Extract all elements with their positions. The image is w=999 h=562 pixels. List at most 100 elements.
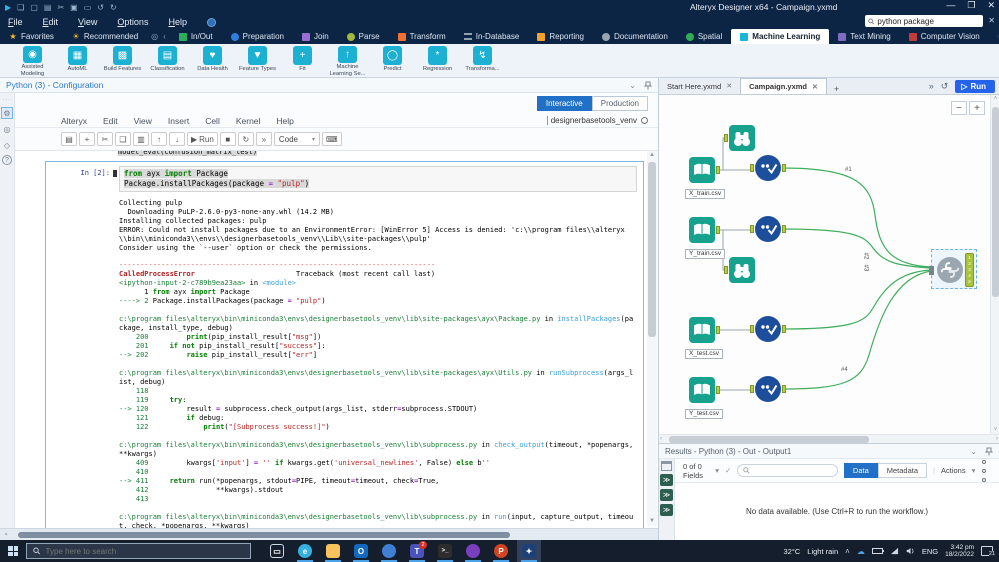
select-tool[interactable] — [755, 316, 781, 342]
open-icon[interactable]: ▢ — [30, 3, 38, 12]
tool-search-input[interactable] — [877, 17, 980, 26]
scroll-left-icon[interactable]: ‹ — [660, 436, 662, 442]
workflow-icon[interactable]: ◎ — [1, 123, 13, 135]
output-anchor-button[interactable]: ≫ — [660, 504, 673, 516]
powerpoint-icon[interactable]: P — [489, 540, 513, 562]
notebook-content[interactable]: model_eval(confusion_matrix_test) In [2]… — [15, 150, 658, 528]
restart-kernel-button[interactable]: ↻ — [238, 132, 254, 146]
input-data-tool[interactable] — [689, 317, 715, 343]
ribbon-tab-documentation[interactable]: Documentation — [593, 29, 677, 44]
ribbon-tab-spatial[interactable]: Spatial — [677, 29, 731, 44]
notebook-menu-cell[interactable]: Cell — [205, 116, 220, 126]
ribbon-tab-text-mining[interactable]: Text Mining — [829, 29, 899, 44]
notification-icon[interactable]: 21 — [981, 546, 993, 556]
zoom-in-button[interactable]: + — [969, 101, 985, 115]
python-tool-node[interactable]: 12345 — [931, 249, 977, 289]
scroll-down-icon[interactable]: ˅ — [991, 427, 999, 433]
edge-icon[interactable]: e — [293, 540, 317, 562]
gear-icon[interactable]: ⚙ — [1, 107, 13, 119]
output-anchor-button[interactable]: ≫ — [660, 489, 673, 501]
notebook-menu-view[interactable]: View — [134, 116, 152, 126]
keyboard-shortcuts-icon[interactable]: ⌨ — [322, 132, 342, 146]
loop-icon[interactable] — [461, 540, 485, 562]
alteryx-logo-icon[interactable]: ▶ — [5, 3, 11, 12]
results-tab-data[interactable]: Data — [844, 463, 878, 478]
actions-dropdown-icon[interactable]: ▾ — [972, 466, 976, 475]
notebook-menu-edit[interactable]: Edit — [103, 116, 118, 126]
workflow-tab-start-here-yxmd[interactable]: Start Here.yxmd✕ — [659, 78, 740, 94]
run-cell-button[interactable]: ▶Run — [187, 132, 218, 146]
code-line[interactable]: from ayx import Package — [124, 169, 632, 179]
network-icon[interactable] — [890, 547, 899, 555]
cut-cell-icon[interactable]: ✂ — [97, 132, 113, 146]
move-down-icon[interactable]: ↓ — [169, 132, 185, 146]
tag-icon[interactable]: ◇ — [1, 139, 13, 151]
speaker-icon[interactable] — [906, 547, 915, 555]
close-button[interactable]: ✕ — [987, 0, 995, 11]
search-close-icon[interactable]: ✕ — [988, 16, 995, 25]
palette-tool-build-features[interactable]: ▩Build Features — [100, 44, 145, 77]
menu-help[interactable]: Help — [168, 17, 187, 27]
scrollbar-thumb[interactable] — [992, 107, 999, 297]
notebook-menu-kernel[interactable]: Kernel — [236, 116, 261, 126]
ribbon-tab-reporting[interactable]: Reporting — [528, 29, 593, 44]
taskbar-search-input[interactable] — [46, 547, 244, 556]
ribbon-tab-in-out[interactable]: In/Out — [170, 29, 222, 44]
cell-type-select[interactable]: Code▾ — [274, 132, 320, 146]
palette-tool-assisted-modeling[interactable]: ◉Assisted Modeling — [10, 44, 55, 77]
ribbon-tab-join[interactable]: Join — [293, 29, 338, 44]
teams-icon[interactable]: T2 — [405, 540, 429, 562]
add-cell-icon[interactable]: + — [79, 132, 95, 146]
ribbon-tab-favorites[interactable]: ★Favorites — [0, 29, 63, 44]
scroll-right-icon[interactable]: › — [996, 436, 998, 442]
pin-icon[interactable] — [644, 81, 652, 90]
new-icon[interactable]: ❏ — [17, 3, 24, 12]
hidden-icons-chevron[interactable]: ˄ — [845, 547, 850, 556]
palette-tool-fit[interactable]: +Fit — [280, 44, 325, 77]
undo-icon[interactable]: ↺ — [97, 3, 104, 12]
select-tool[interactable] — [755, 155, 781, 181]
pin-icon[interactable] — [985, 447, 993, 456]
close-tab-icon[interactable]: ✕ — [726, 82, 732, 90]
cell-viewer-icon[interactable] — [981, 457, 991, 484]
results-search-box[interactable] — [737, 464, 838, 477]
menu-view[interactable]: View — [78, 17, 97, 27]
new-workflow-button[interactable]: + — [827, 84, 846, 94]
maximize-button[interactable]: ❐ — [967, 0, 975, 11]
mode-interactive[interactable]: Interactive — [537, 96, 592, 111]
stop-kernel-button[interactable]: ■ — [220, 132, 236, 146]
explorer-icon[interactable] — [321, 540, 345, 562]
select-tool[interactable] — [755, 216, 781, 242]
battery-icon[interactable] — [872, 548, 883, 554]
notebook-menu-help[interactable]: Help — [276, 116, 293, 126]
ribbon-tab-computer-vision[interactable]: Computer Vision — [900, 29, 989, 44]
task-view-icon[interactable]: ▭ — [265, 540, 289, 562]
menu-file[interactable]: File — [8, 17, 23, 27]
onedrive-cloud-icon[interactable]: ☁ — [857, 547, 865, 556]
output-anchor-button[interactable]: ≫ — [660, 474, 673, 486]
save-icon[interactable]: ▤ — [44, 3, 52, 12]
canvas-vscrollbar[interactable]: ˄ ˅ — [990, 95, 999, 434]
clock[interactable]: 3:42 pm 18/2/2022 — [945, 544, 974, 559]
run-workflow-button[interactable]: ▷Run — [955, 80, 995, 93]
notebook-cell[interactable]: In [2]: from ayx import PackagePackage.i… — [45, 161, 644, 528]
workflow-tab-campaign-yxmd[interactable]: Campaign.yxmd✕ — [740, 78, 827, 94]
language-indicator[interactable]: ENG — [922, 547, 938, 556]
mode-production[interactable]: Production — [592, 96, 648, 111]
hscrollbar-thumb[interactable] — [18, 532, 510, 538]
ribbon-tab-in-database[interactable]: In-Database — [455, 29, 529, 44]
notebook-menu-insert[interactable]: Insert — [168, 116, 189, 126]
results-tab-metadata[interactable]: Metadata — [878, 463, 927, 478]
terminal-icon[interactable]: >_ — [433, 540, 457, 562]
ribbon-tab-machine-learning[interactable]: Machine Learning — [731, 29, 829, 44]
palette-tool-automl[interactable]: ▦AutoML — [55, 44, 100, 77]
select-tool[interactable] — [755, 376, 781, 402]
scroll-up-icon[interactable]: ▲ — [647, 151, 657, 160]
ribbon-tab-preparation[interactable]: Preparation — [222, 29, 293, 44]
ribbon-tab-parse[interactable]: Parse — [338, 29, 389, 44]
outlook-icon[interactable]: O — [349, 540, 373, 562]
alteryx-icon[interactable]: ✦ — [517, 540, 541, 562]
globe-icon[interactable] — [377, 540, 401, 562]
scrollbar-thumb[interactable] — [648, 162, 656, 337]
palette-tool-predict[interactable]: ◯Predict — [370, 44, 415, 77]
